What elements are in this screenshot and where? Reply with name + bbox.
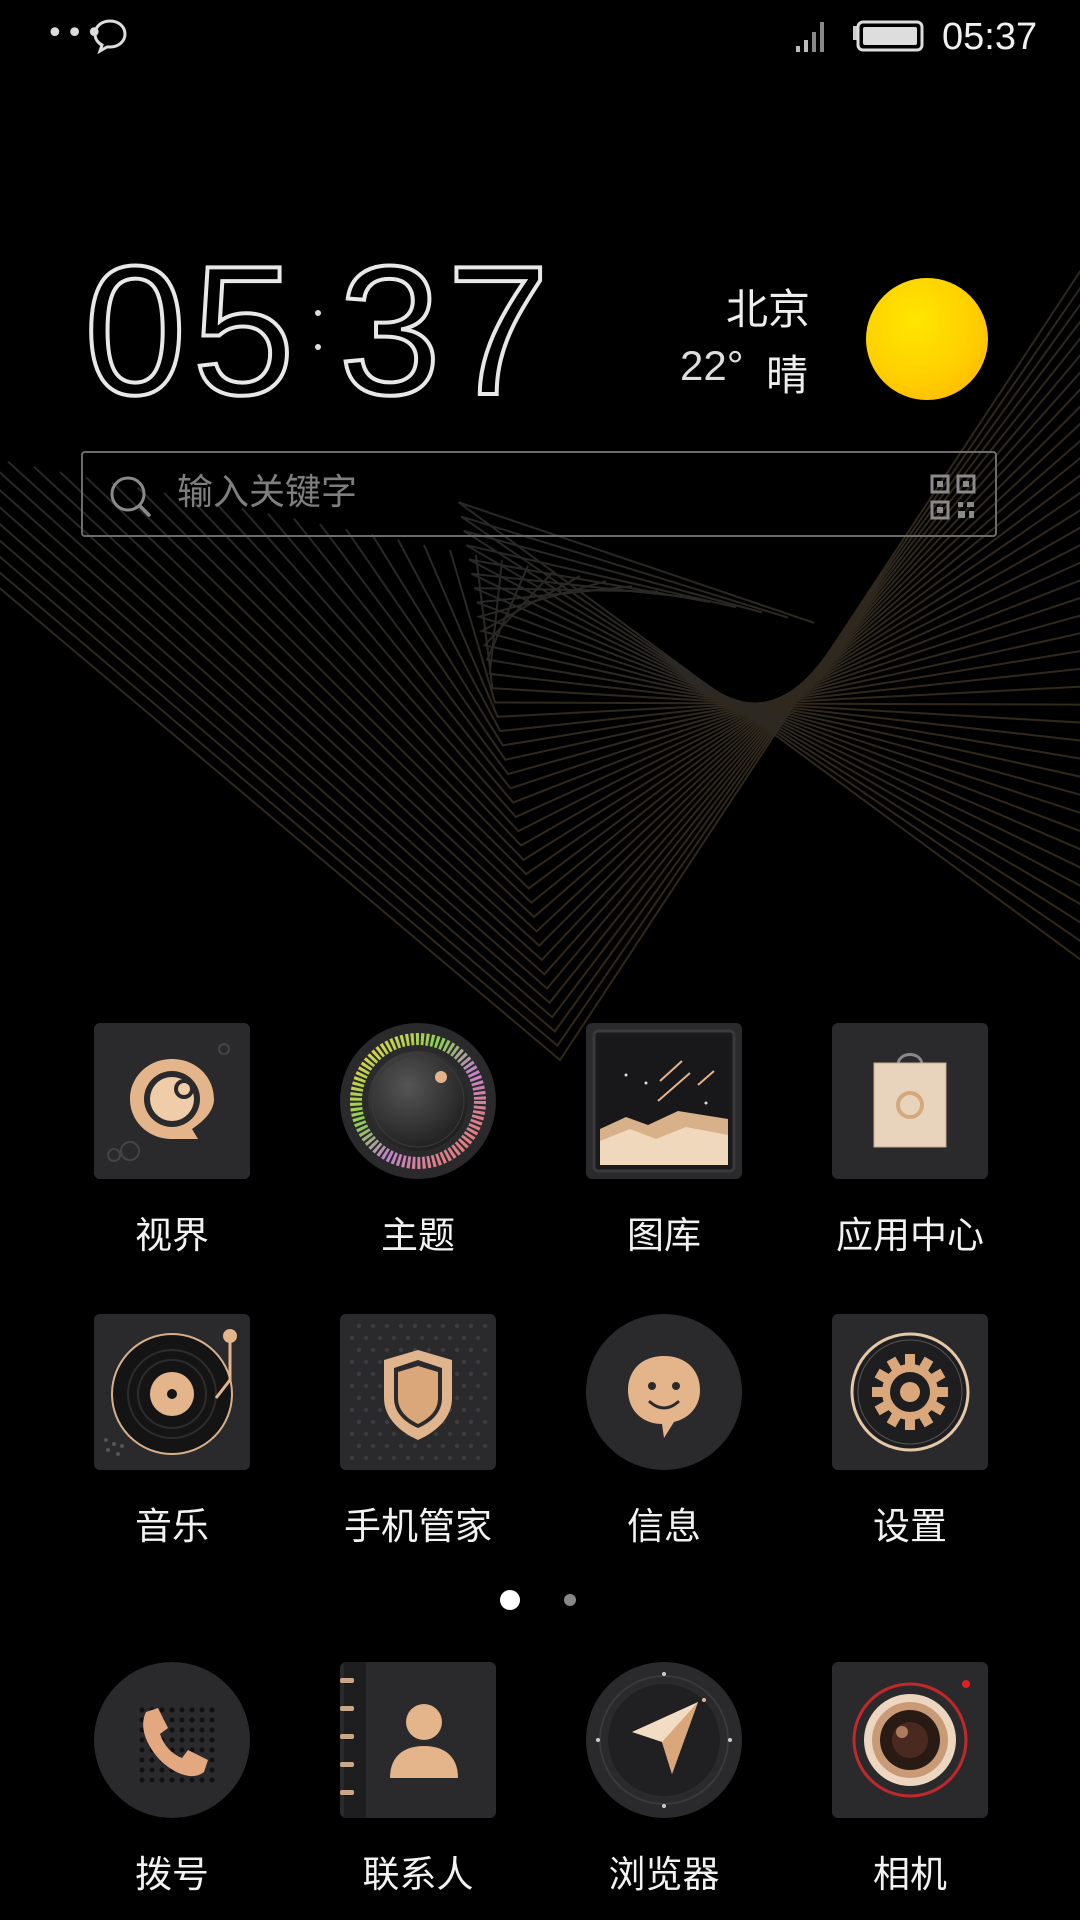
settings-gear-icon	[832, 1314, 988, 1470]
phone-icon	[94, 1662, 250, 1818]
app-label: 音乐	[135, 1505, 209, 1548]
camera-lens-icon	[832, 1662, 988, 1818]
dock-camera[interactable]: 相机	[810, 1662, 1010, 1898]
signal-icon	[796, 22, 824, 52]
weather-condition: 晴	[766, 351, 809, 400]
search-input[interactable]	[175, 471, 779, 514]
compass-icon	[586, 1662, 742, 1818]
app-label: 联系人	[362, 1853, 474, 1896]
app-shoujiguanjia[interactable]: 手机管家	[318, 1314, 518, 1550]
app-label: 浏览器	[608, 1853, 720, 1896]
dock-contacts[interactable]: 联系人	[318, 1662, 518, 1898]
page-dot-active[interactable]	[500, 1590, 520, 1610]
app-yingyongzhongxin[interactable]: 应用中心	[810, 1023, 1010, 1259]
search-bar[interactable]	[81, 451, 997, 537]
dock-browser[interactable]: 浏览器	[564, 1662, 764, 1898]
status-time: 05:37	[942, 16, 1038, 58]
message-smile-icon	[586, 1314, 742, 1470]
contacts-icon	[340, 1662, 496, 1818]
dock-dialer[interactable]: 拨号	[72, 1662, 272, 1898]
clock-hours: 05	[82, 227, 301, 433]
page-indicator[interactable]	[0, 1590, 1080, 1610]
app-label: 主题	[381, 1214, 455, 1257]
app-xinxi[interactable]: 信息	[564, 1314, 764, 1550]
video-eye-icon	[94, 1023, 250, 1179]
qr-code-icon[interactable]	[929, 473, 977, 521]
weather-temperature: 22°	[680, 342, 744, 389]
clock-separator	[314, 245, 321, 415]
status-bar: ••• 05:37	[0, 0, 1080, 80]
chat-bubble-icon	[93, 19, 127, 54]
app-label: 相机	[873, 1853, 947, 1896]
app-yinyue[interactable]: 音乐	[72, 1314, 272, 1550]
page-dot[interactable]	[564, 1594, 576, 1606]
app-label: 设置	[873, 1505, 947, 1548]
shield-icon	[340, 1314, 496, 1470]
app-tuku[interactable]: 图库	[564, 1023, 764, 1259]
search-icon	[110, 476, 151, 517]
app-shijie[interactable]: 视界	[72, 1023, 272, 1259]
theme-dial-icon	[340, 1023, 496, 1179]
app-zhuti[interactable]: 主题	[318, 1023, 518, 1259]
app-label: 信息	[627, 1505, 701, 1548]
app-label: 应用中心	[836, 1214, 984, 1257]
clock-minutes: 37	[337, 227, 556, 433]
weather-city[interactable]: 北京	[700, 276, 810, 337]
record-player-icon	[94, 1314, 250, 1470]
app-label: 手机管家	[344, 1505, 492, 1548]
app-shezhi[interactable]: 设置	[810, 1314, 1010, 1550]
app-label: 视界	[135, 1214, 209, 1257]
battery-icon	[853, 20, 924, 52]
gallery-icon	[586, 1023, 742, 1179]
clock-widget[interactable]: 05 37	[82, 227, 556, 433]
sun-icon[interactable]	[866, 278, 988, 400]
app-store-bag-icon	[832, 1023, 988, 1179]
app-label: 拨号	[135, 1853, 209, 1896]
app-label: 图库	[627, 1214, 701, 1257]
